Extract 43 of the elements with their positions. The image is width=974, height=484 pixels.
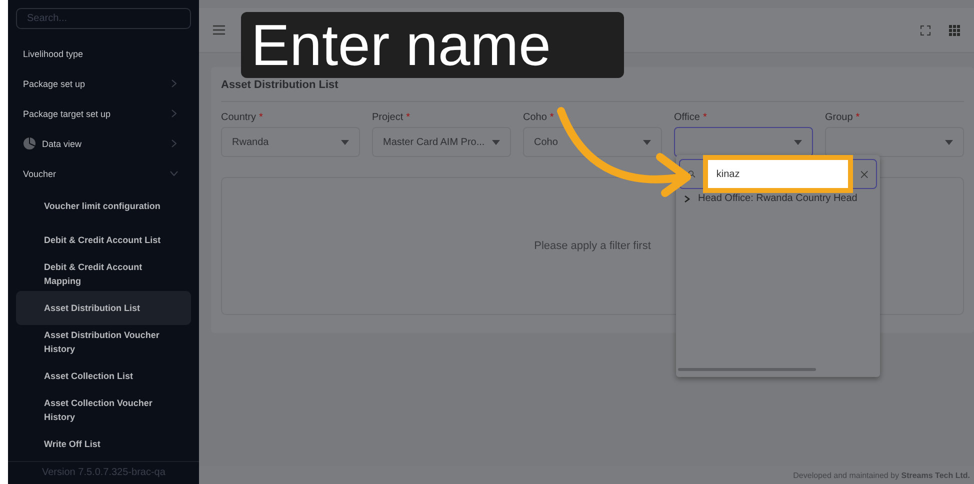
field-label: Coho: [523, 112, 547, 123]
sidebar-subitem[interactable]: Write Off List: [16, 426, 191, 461]
required-asterisk: *: [259, 112, 263, 123]
sidebar-item[interactable]: Package target set up: [16, 98, 191, 129]
sidebar-subitem[interactable]: Asset Collection List: [16, 358, 191, 393]
menu-icon[interactable]: [213, 25, 225, 35]
pie-chart-icon: [23, 137, 36, 150]
caret-icon: [643, 140, 651, 144]
close-icon[interactable]: [861, 170, 868, 178]
fullscreen-icon[interactable]: [920, 24, 931, 36]
sidebar-subitem[interactable]: Debit & Credit Account Mapping: [16, 256, 191, 291]
sidebar-subitem[interactable]: Asset Distribution List: [16, 290, 191, 325]
caret-icon: [794, 140, 802, 144]
chevron-icon: [171, 139, 177, 148]
sidebar-item[interactable]: Package set up: [16, 68, 191, 99]
search-icon: [688, 169, 696, 179]
sidebar-subitem[interactable]: Voucher limit configuration: [16, 188, 191, 223]
caret-icon: [945, 140, 953, 144]
required-asterisk: *: [550, 112, 554, 123]
required-asterisk: *: [856, 112, 860, 123]
callout-tooltip: Enter name: [241, 12, 624, 78]
sidebar-subitem[interactable]: Debit & Credit Account List: [16, 222, 191, 257]
field-label: Office: [674, 112, 700, 123]
required-asterisk: *: [702, 112, 707, 123]
chevron-icon: [170, 170, 178, 177]
field-label: Project: [372, 112, 404, 123]
chevron-icon: [684, 194, 690, 202]
sidebar-subitem[interactable]: Asset Distribution Voucher History: [16, 324, 191, 359]
empty-message: Please apply a filter first: [534, 240, 651, 252]
search-field[interactable]: Search...: [16, 8, 191, 29]
sidebar-item[interactable]: Livelihood type: [16, 38, 191, 69]
chevron-icon: [171, 79, 177, 88]
caret-icon: [341, 140, 349, 144]
field-label: Group: [825, 112, 853, 123]
required-asterisk: *: [406, 112, 410, 123]
caret-icon: [492, 140, 500, 144]
grid-icon[interactable]: [949, 24, 960, 36]
field-label: Country: [221, 112, 256, 123]
sidebar-subitem[interactable]: Asset Collection Voucher History: [16, 392, 191, 427]
sidebar-item[interactable]: Data view: [16, 128, 191, 159]
search-input-field[interactable]: kinaz: [703, 155, 854, 193]
chevron-icon: [171, 109, 177, 118]
sidebar-item[interactable]: Voucher: [16, 158, 191, 189]
